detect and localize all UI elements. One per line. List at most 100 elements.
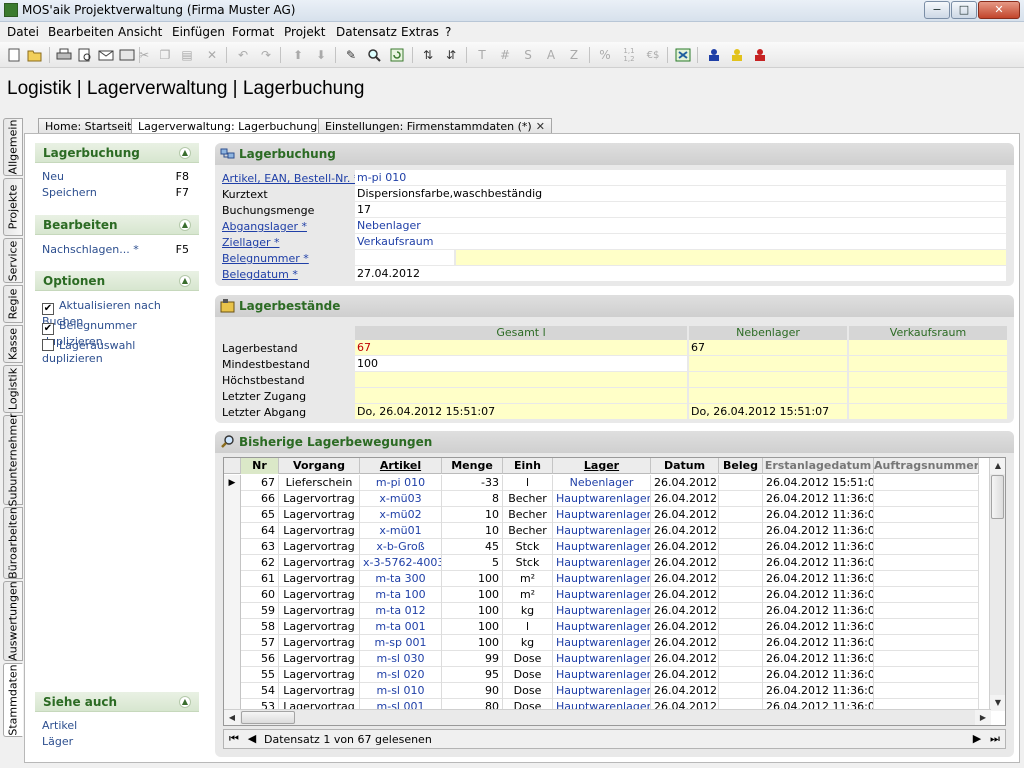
table-row[interactable]: 66 Lagervortrag x-mü03 8 Becher Hauptwarenlag… bbox=[224, 491, 979, 507]
row-selector[interactable] bbox=[224, 539, 241, 555]
redo-icon[interactable]: ↷ bbox=[257, 46, 275, 64]
row-selector[interactable] bbox=[224, 491, 241, 507]
artikel-input[interactable]: m-pi 010 bbox=[355, 170, 1006, 185]
cell-artikel[interactable]: m-ta 300 bbox=[360, 571, 442, 587]
ziellager-input[interactable]: Verkaufsraum bbox=[355, 234, 1006, 249]
new-icon[interactable] bbox=[5, 46, 23, 64]
text-hash-icon[interactable]: # bbox=[496, 46, 514, 64]
text-a-icon[interactable]: A bbox=[542, 46, 560, 64]
paste-icon[interactable]: ▤ bbox=[178, 46, 196, 64]
cell-artikel[interactable]: m-pi 010 bbox=[360, 475, 442, 491]
cell-artikel[interactable]: m-ta 100 bbox=[360, 587, 442, 603]
vtab-projekte[interactable]: Projekte bbox=[3, 178, 23, 236]
cell-lager[interactable]: Hauptwarenlager bbox=[553, 635, 651, 651]
user-yellow-icon[interactable] bbox=[728, 46, 746, 64]
text-s-icon[interactable]: S bbox=[519, 46, 537, 64]
row-selector[interactable] bbox=[224, 571, 241, 587]
checkbox-lagerauswahl[interactable]: Lagerauswahl duplizieren bbox=[35, 336, 199, 365]
print-label-icon[interactable] bbox=[118, 46, 136, 64]
abgangslager-input[interactable]: Nebenlager bbox=[355, 218, 1006, 233]
table-row[interactable]: 56 Lagervortrag m-sl 030 99 Dose Hauptwarenla… bbox=[224, 651, 979, 667]
copy-icon[interactable]: ❐ bbox=[156, 46, 174, 64]
row-selector[interactable] bbox=[224, 651, 241, 667]
last-record-icon[interactable]: ⏭ bbox=[987, 731, 1003, 747]
scroll-thumb[interactable] bbox=[991, 475, 1004, 519]
excel-export-icon[interactable] bbox=[674, 46, 692, 64]
column-header-artikel[interactable]: Artikel bbox=[360, 458, 442, 474]
table-row[interactable]: 59 Lagervortrag m-ta 012 100 kg Hauptwarenlag… bbox=[224, 603, 979, 619]
row-selector[interactable]: ▶ bbox=[224, 475, 241, 491]
row-selector[interactable] bbox=[224, 619, 241, 635]
refresh-icon[interactable] bbox=[388, 46, 406, 64]
cell-lager[interactable]: Hauptwarenlager bbox=[553, 539, 651, 555]
collapse-icon[interactable]: ▲ bbox=[179, 696, 191, 708]
column-header-nr[interactable]: Nr bbox=[241, 458, 279, 474]
menu-datensatz[interactable]: Datensatz bbox=[336, 25, 397, 39]
horizontal-scrollbar[interactable]: ◀ ▶ bbox=[224, 709, 991, 725]
cell-lager[interactable]: Hauptwarenlager bbox=[553, 587, 651, 603]
column-header-erstanlagedatum[interactable]: Erstanlagedatum bbox=[763, 458, 874, 474]
prev-record-icon[interactable]: ◀ bbox=[244, 731, 260, 747]
table-row[interactable]: 58 Lagervortrag m-ta 001 100 l Hauptwarenlage… bbox=[224, 619, 979, 635]
table-row[interactable]: 60 Lagervortrag m-ta 100 100 m² Hauptwarenlag… bbox=[224, 587, 979, 603]
cell-artikel[interactable]: x-b-Groß bbox=[360, 539, 442, 555]
action-neu[interactable]: Neu F8 bbox=[35, 169, 199, 185]
vtab-logistik[interactable]: Logistik bbox=[3, 365, 23, 413]
cell-lager[interactable]: Hauptwarenlager bbox=[553, 523, 651, 539]
cell-lager[interactable]: Hauptwarenlager bbox=[553, 555, 651, 571]
sort-asc-icon[interactable]: ⇅ bbox=[419, 46, 437, 64]
action-speichern[interactable]: Speichern F7 bbox=[35, 185, 199, 201]
minimize-button[interactable]: − bbox=[924, 1, 950, 19]
percent-icon[interactable]: % bbox=[596, 46, 614, 64]
vtab-service[interactable]: Service bbox=[3, 238, 23, 283]
row-selector[interactable] bbox=[224, 507, 241, 523]
row-selector[interactable] bbox=[224, 635, 241, 651]
menu-format[interactable]: Format bbox=[232, 25, 274, 39]
next-record-icon[interactable]: ▶ bbox=[969, 731, 985, 747]
column-header-menge[interactable]: Menge bbox=[442, 458, 503, 474]
menu-einfuegen[interactable]: Einfügen bbox=[172, 25, 225, 39]
move-up-icon[interactable]: ⬆ bbox=[289, 46, 307, 64]
column-header-auftragsnummer[interactable]: Auftragsnummer bbox=[874, 458, 979, 474]
scroll-left-icon[interactable]: ◀ bbox=[224, 710, 240, 725]
cell-lager[interactable]: Hauptwarenlager bbox=[553, 667, 651, 683]
email-icon[interactable] bbox=[97, 46, 115, 64]
vtab-bueroarbeiten[interactable]: Büroarbeiten bbox=[3, 507, 23, 579]
text-t-icon[interactable]: T bbox=[473, 46, 491, 64]
row-selector-header[interactable] bbox=[224, 458, 241, 474]
collapse-icon[interactable]: ▲ bbox=[179, 219, 191, 231]
cell-artikel[interactable]: m-ta 012 bbox=[360, 603, 442, 619]
cell-artikel[interactable]: x-mü02 bbox=[360, 507, 442, 523]
cell-lager[interactable]: Hauptwarenlager bbox=[553, 619, 651, 635]
move-down-icon[interactable]: ⬇ bbox=[312, 46, 330, 64]
row-selector[interactable] bbox=[224, 587, 241, 603]
search-icon[interactable] bbox=[365, 46, 383, 64]
print-preview-icon[interactable] bbox=[76, 46, 94, 64]
decimal-icon[interactable]: 1,1 1,2 bbox=[619, 46, 639, 64]
row-selector[interactable] bbox=[224, 555, 241, 571]
menu-ansicht[interactable]: Ansicht bbox=[118, 25, 162, 39]
cell-artikel[interactable]: x-3-5762-4003-a bbox=[360, 555, 442, 571]
open-icon[interactable] bbox=[26, 46, 44, 64]
vtab-kasse[interactable]: Kasse bbox=[3, 325, 23, 363]
column-header-datum[interactable]: Datum bbox=[651, 458, 719, 474]
cell-lager[interactable]: Hauptwarenlager bbox=[553, 491, 651, 507]
cell-artikel[interactable]: m-sl 030 bbox=[360, 651, 442, 667]
row-selector[interactable] bbox=[224, 523, 241, 539]
vertical-scrollbar[interactable]: ▲ ▼ bbox=[989, 458, 1005, 711]
cell-artikel[interactable]: x-mü01 bbox=[360, 523, 442, 539]
cell-lager[interactable]: Hauptwarenlager bbox=[553, 651, 651, 667]
row-selector[interactable] bbox=[224, 603, 241, 619]
undo-icon[interactable]: ↶ bbox=[234, 46, 252, 64]
table-row[interactable]: 57 Lagervortrag m-sp 001 100 kg Hauptwarenlag… bbox=[224, 635, 979, 651]
table-row[interactable]: 65 Lagervortrag x-mü02 10 Becher Hauptwarenla… bbox=[224, 507, 979, 523]
row-selector[interactable] bbox=[224, 667, 241, 683]
scroll-thumb[interactable] bbox=[241, 711, 295, 724]
scroll-right-icon[interactable]: ▶ bbox=[975, 710, 991, 725]
cell-artikel[interactable]: m-sl 020 bbox=[360, 667, 442, 683]
belegdatum-input[interactable]: 27.04.2012 bbox=[355, 266, 1006, 281]
text-z-icon[interactable]: Z bbox=[565, 46, 583, 64]
edit-icon[interactable]: ✎ bbox=[342, 46, 360, 64]
table-row[interactable]: 64 Lagervortrag x-mü01 10 Becher Hauptwarenla… bbox=[224, 523, 979, 539]
menu-bearbeiten[interactable]: Bearbeiten bbox=[48, 25, 114, 39]
